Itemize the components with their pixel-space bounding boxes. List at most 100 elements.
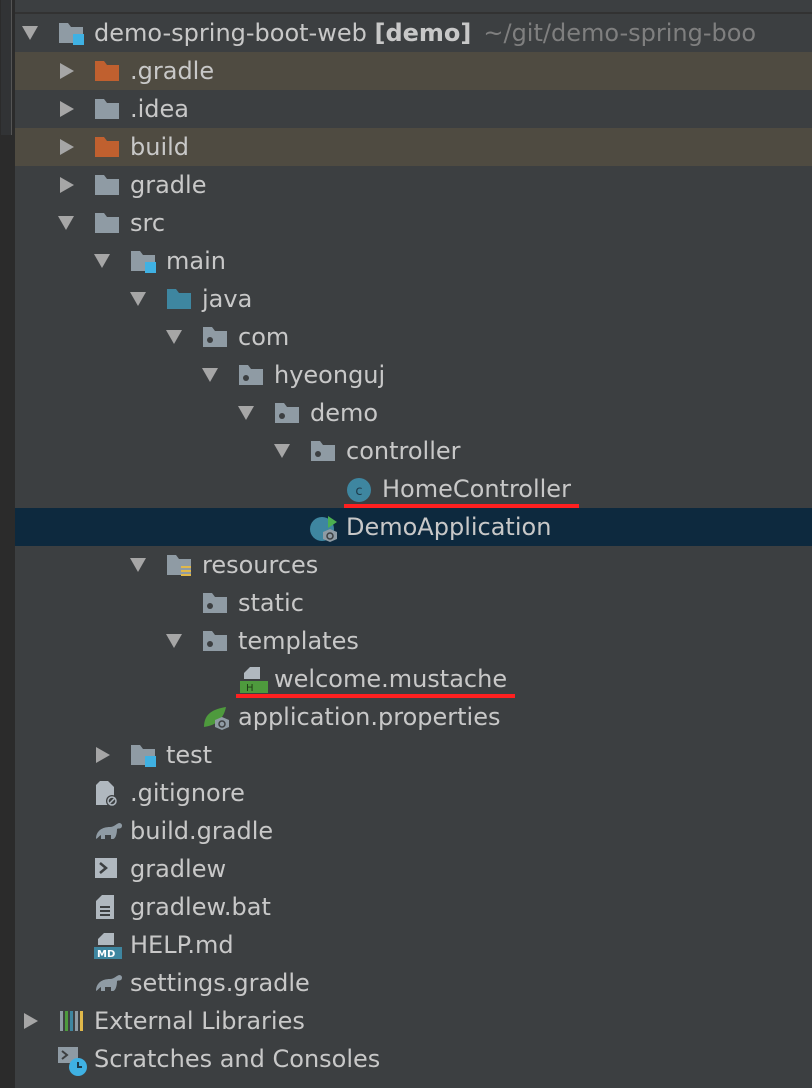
tree-item-resources[interactable]: resources: [15, 546, 812, 584]
folder-icon: [94, 173, 120, 197]
tree-item-demo-spring-boot-web[interactable]: demo-spring-boot-web [demo] ~/git/demo-sp…: [15, 14, 812, 52]
folder-icon: [94, 211, 120, 235]
tree-item-label: controller: [346, 437, 461, 465]
tree-item-label: hyeonguj: [274, 361, 386, 389]
module-name: [demo]: [374, 19, 472, 47]
tool-window-strip[interactable]: [0, 0, 15, 1088]
chevron-right-icon[interactable]: [60, 101, 74, 117]
tree-item-label: welcome.mustache: [274, 665, 508, 693]
chevron-right-icon[interactable]: [96, 747, 110, 763]
gradle-icon: [94, 971, 123, 995]
tree-item-label: demo: [310, 399, 379, 427]
libraries-icon: [58, 1009, 84, 1033]
project-tool-tab[interactable]: [1, 0, 12, 135]
tree-item-gradlew-bat[interactable]: gradlew.bat: [15, 888, 812, 926]
tree-item-label: DemoApplication: [346, 513, 552, 541]
chevron-down-icon[interactable]: [22, 26, 38, 40]
svg-text:c: c: [355, 484, 362, 499]
tree-item-gitignore[interactable]: .gitignore: [15, 774, 812, 812]
tree-item-hyeonguj[interactable]: hyeonguj: [15, 356, 812, 394]
tree-item-label: Scratches and Consoles: [94, 1045, 381, 1073]
tree-item-label: .gitignore: [130, 779, 245, 807]
package-icon: [238, 363, 264, 387]
tree-item-label: HELP.md: [130, 931, 234, 959]
tree-item-demoapplication[interactable]: DemoApplication: [15, 508, 812, 546]
tree-item-label: .gradle: [130, 57, 215, 85]
tree-item-scratches-and-consoles[interactable]: Scratches and Consoles: [15, 1040, 812, 1078]
tree-item-label: build.gradle: [130, 817, 274, 845]
tree-item-templates[interactable]: templates: [15, 622, 812, 660]
package-icon: [202, 325, 228, 349]
module-folder-icon: [130, 249, 156, 273]
package-icon: [274, 401, 300, 425]
chevron-down-icon[interactable]: [130, 558, 146, 572]
tree-item-build-gradle[interactable]: build.gradle: [15, 812, 812, 850]
module-folder-icon: [58, 21, 84, 45]
tree-item-main[interactable]: main: [15, 242, 812, 280]
tree-item-label: .idea: [130, 95, 190, 123]
tree-item-gradle[interactable]: gradle: [15, 166, 812, 204]
tree-item-label: gradlew: [130, 855, 227, 883]
chevron-right-icon[interactable]: [60, 63, 74, 79]
tree-item-external-libraries[interactable]: External Libraries: [15, 1002, 812, 1040]
tree-item-build[interactable]: build: [15, 128, 812, 166]
spring-boot-class-icon: [310, 515, 337, 542]
tree-item-java[interactable]: java: [15, 280, 812, 318]
project-tree[interactable]: demo-spring-boot-web [demo] ~/git/demo-sp…: [15, 14, 812, 1078]
tree-item-controller[interactable]: controller: [15, 432, 812, 470]
chevron-down-icon[interactable]: [274, 444, 290, 458]
tree-item-label: gradle: [130, 171, 207, 199]
tree-item-gradlew[interactable]: gradlew: [15, 850, 812, 888]
svg-text:MD: MD: [97, 949, 115, 959]
tree-item-label: application.properties: [238, 703, 501, 731]
scratches-icon: [58, 1047, 87, 1076]
tree-item-src[interactable]: src: [15, 204, 812, 242]
chevron-down-icon[interactable]: [166, 634, 182, 648]
tree-item-label: com: [238, 323, 290, 351]
panel-header: [15, 0, 812, 14]
tree-item-label: src: [130, 209, 166, 237]
tree-item-label: External Libraries: [94, 1007, 305, 1035]
tree-item-homecontroller[interactable]: c HomeController: [15, 470, 812, 508]
tree-item-gradle[interactable]: .gradle: [15, 52, 812, 90]
chevron-down-icon[interactable]: [166, 330, 182, 344]
source-folder-icon: [166, 287, 192, 311]
spring-properties-icon: [202, 705, 229, 730]
markdown-icon: MD: [94, 933, 122, 960]
tree-item-label: HomeController: [382, 475, 571, 503]
tree-item-idea[interactable]: .idea: [15, 90, 812, 128]
tree-item-help-md[interactable]: MD HELP.md: [15, 926, 812, 964]
chevron-down-icon[interactable]: [58, 216, 74, 230]
tree-item-label: test: [166, 741, 213, 769]
chevron-down-icon[interactable]: [238, 406, 254, 420]
project-path: ~/git/demo-spring-boo: [483, 19, 757, 47]
svg-text:H: H: [246, 683, 254, 693]
tree-item-welcome-mustache[interactable]: Hwelcome.mustache: [15, 660, 812, 698]
tree-item-label: settings.gradle: [130, 969, 310, 997]
tree-item-label: templates: [238, 627, 359, 655]
excluded-folder-icon: [94, 59, 120, 83]
tree-item-com[interactable]: com: [15, 318, 812, 356]
excluded-folder-icon: [94, 135, 120, 159]
tree-item-application-properties[interactable]: application.properties: [15, 698, 812, 736]
tree-item-static[interactable]: static: [15, 584, 812, 622]
chevron-down-icon[interactable]: [202, 368, 218, 382]
gradle-icon: [94, 819, 123, 843]
chevron-right-icon[interactable]: [60, 177, 74, 193]
tree-item-label: static: [238, 589, 304, 617]
chevron-down-icon[interactable]: [130, 292, 146, 306]
ignore-file-icon: [94, 781, 120, 807]
tree-item-demo[interactable]: demo: [15, 394, 812, 432]
tree-item-label: main: [166, 247, 226, 275]
tree-item-label: resources: [202, 551, 319, 579]
tree-item-settings-gradle[interactable]: settings.gradle: [15, 964, 812, 1002]
html-file-icon: H: [238, 667, 268, 694]
chevron-down-icon[interactable]: [94, 254, 110, 268]
folder-icon: [94, 97, 120, 121]
project-name: demo-spring-boot-web: [94, 19, 375, 47]
chevron-right-icon[interactable]: [60, 139, 74, 155]
tree-item-test[interactable]: test: [15, 736, 812, 774]
tree-item-label: java: [202, 285, 253, 313]
package-icon: [202, 591, 228, 615]
chevron-right-icon[interactable]: [24, 1013, 38, 1029]
